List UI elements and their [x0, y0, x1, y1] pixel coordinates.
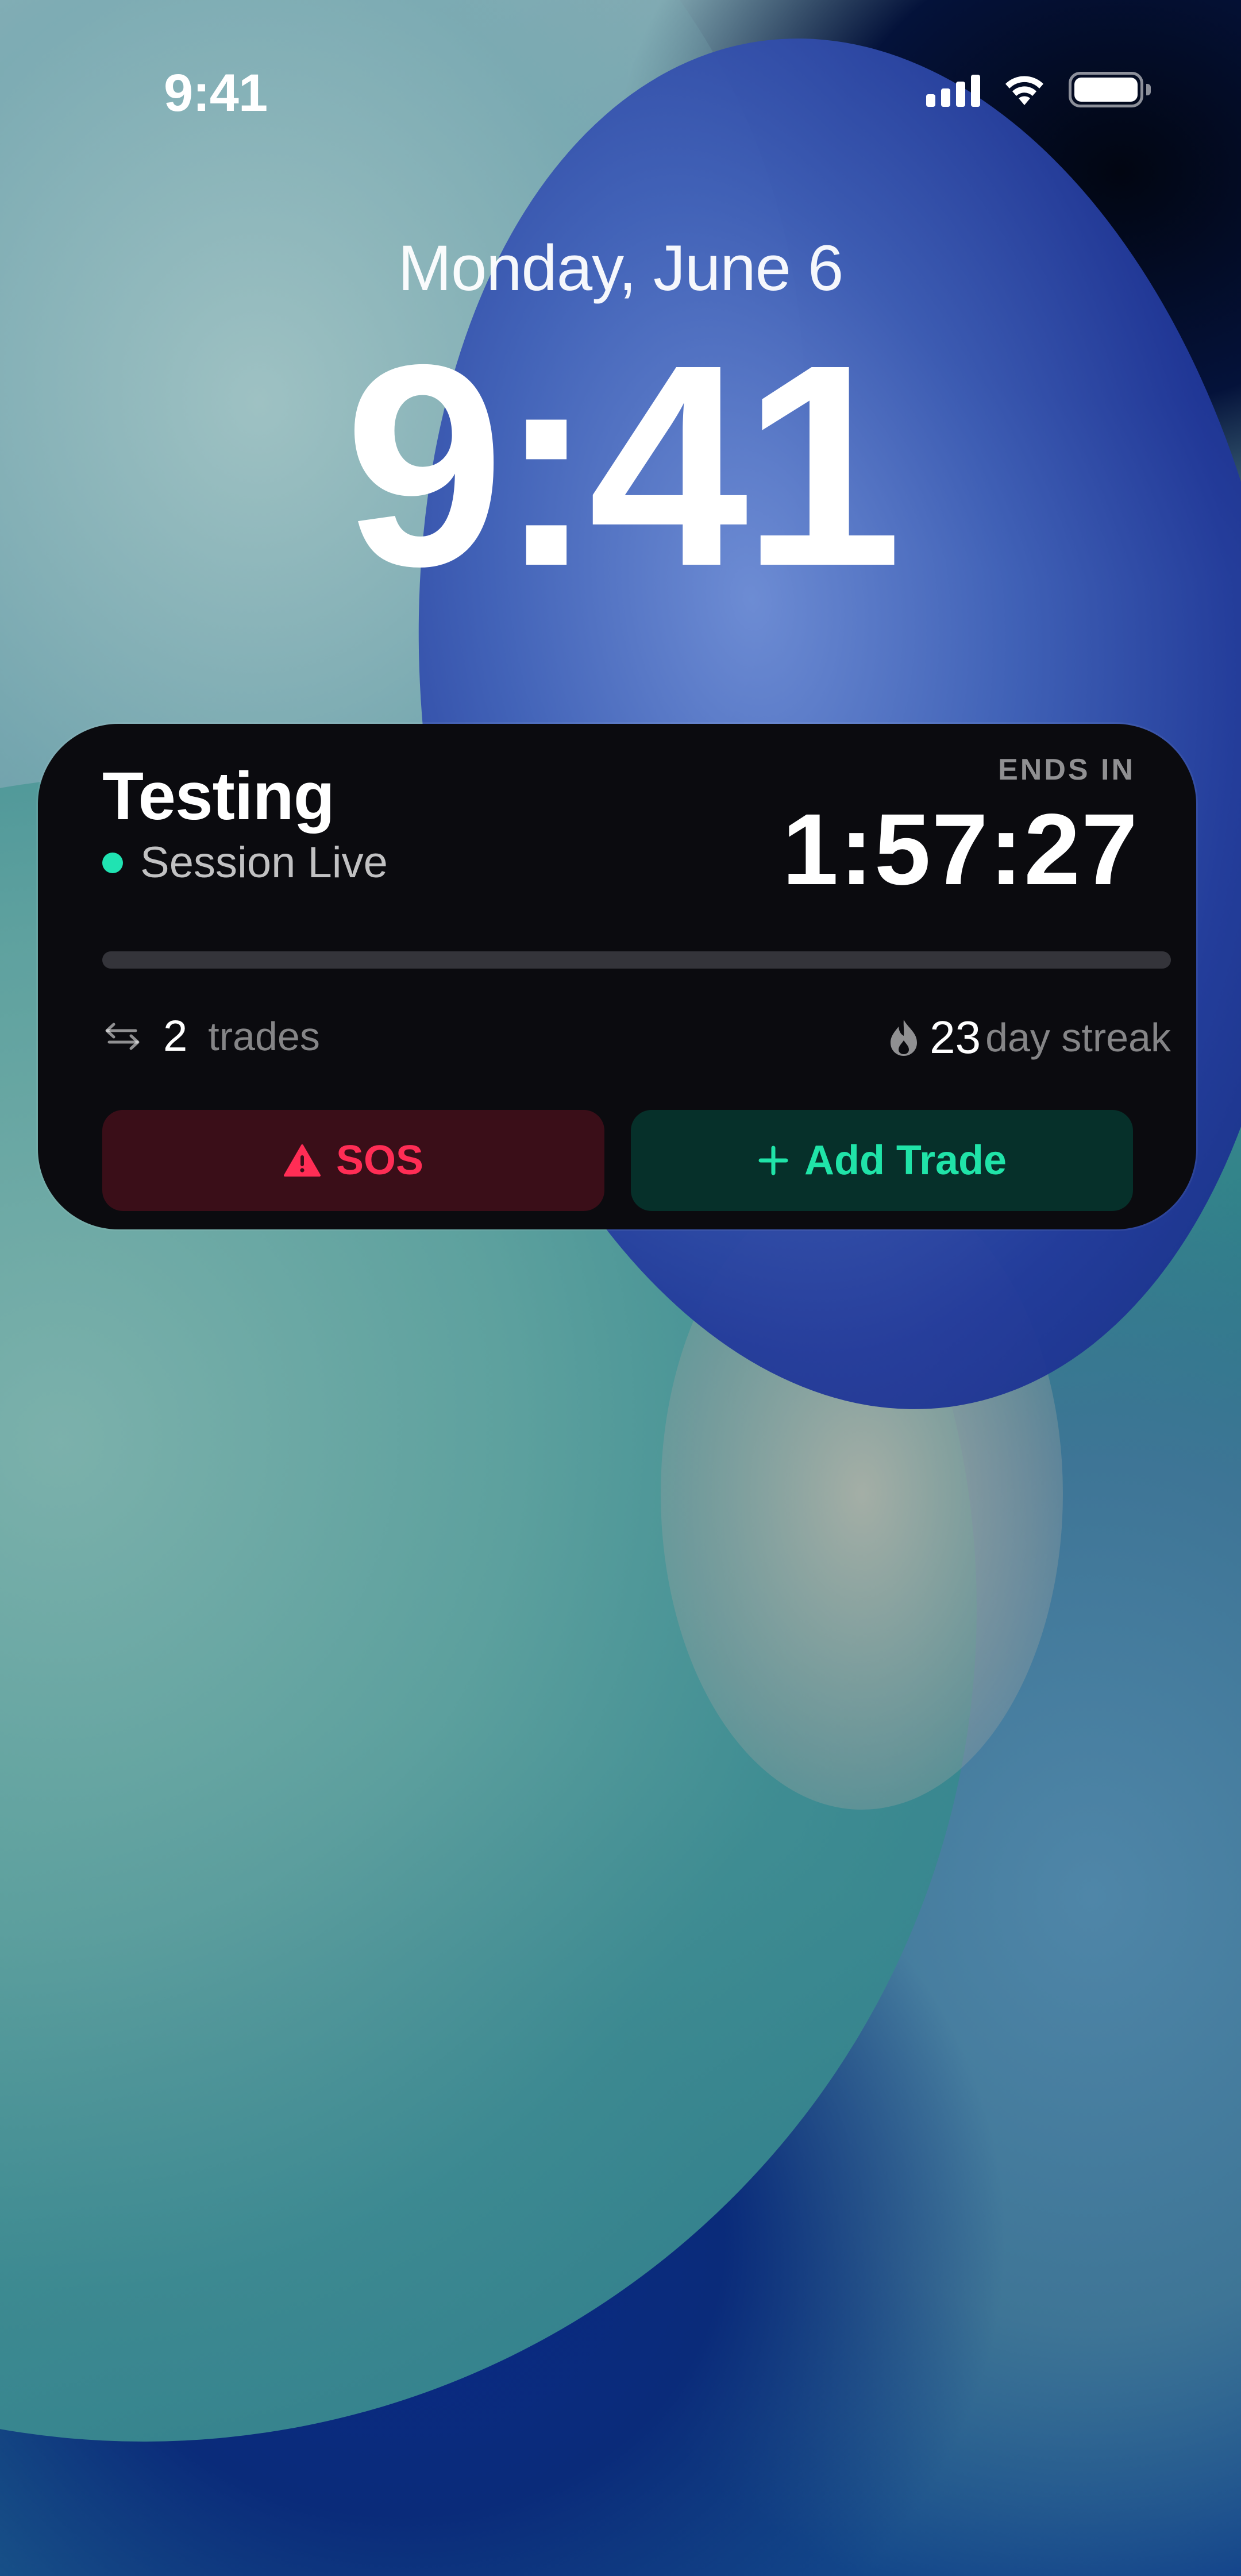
live-indicator-icon	[102, 852, 123, 873]
sos-button[interactable]: SOS	[102, 1110, 604, 1211]
wifi-icon	[1005, 76, 1043, 105]
status-time: 9:41	[164, 64, 268, 122]
stats-row: 2 trades 23 day streak	[102, 1011, 1171, 1063]
countdown-timer: 1:57:27	[782, 793, 1139, 906]
add-trade-button-label: Add Trade	[804, 1137, 1007, 1183]
session-title: Testing	[102, 758, 335, 834]
live-activity-widget[interactable]: Testing Session Live ENDS IN 1:57:27 2 t…	[38, 724, 1196, 1229]
flame-icon	[891, 1020, 918, 1056]
streak-count: 23	[930, 1012, 981, 1063]
session-status: Session Live	[102, 838, 388, 888]
session-status-label: Session Live	[140, 838, 388, 887]
lock-time: 9:41	[344, 304, 903, 626]
streak-stat: 23 day streak	[888, 1011, 1171, 1064]
status-bar: 9:41	[0, 0, 1241, 122]
warning-icon	[283, 1144, 321, 1177]
sos-button-label: SOS	[336, 1137, 424, 1183]
lock-screen: 9:41 Monday, June 6 9:41 Testing Session…	[0, 0, 1241, 2576]
session-progress-fill	[102, 951, 1171, 969]
swap-arrows-icon	[105, 1023, 140, 1050]
trades-count: 2	[163, 1012, 188, 1061]
session-progress-bar	[102, 951, 1171, 969]
streak-label: day streak	[985, 1015, 1171, 1060]
trades-label: trades	[208, 1013, 320, 1059]
trades-stat: 2 trades	[102, 1011, 320, 1061]
add-trade-button[interactable]: Add Trade	[631, 1110, 1133, 1211]
status-icons	[926, 72, 1151, 107]
lock-date: Monday, June 6	[398, 232, 844, 304]
plus-icon	[758, 1146, 788, 1175]
cellular-signal-icon	[926, 72, 980, 107]
battery-icon	[1069, 72, 1151, 107]
ends-in-label: ENDS IN	[998, 753, 1135, 786]
